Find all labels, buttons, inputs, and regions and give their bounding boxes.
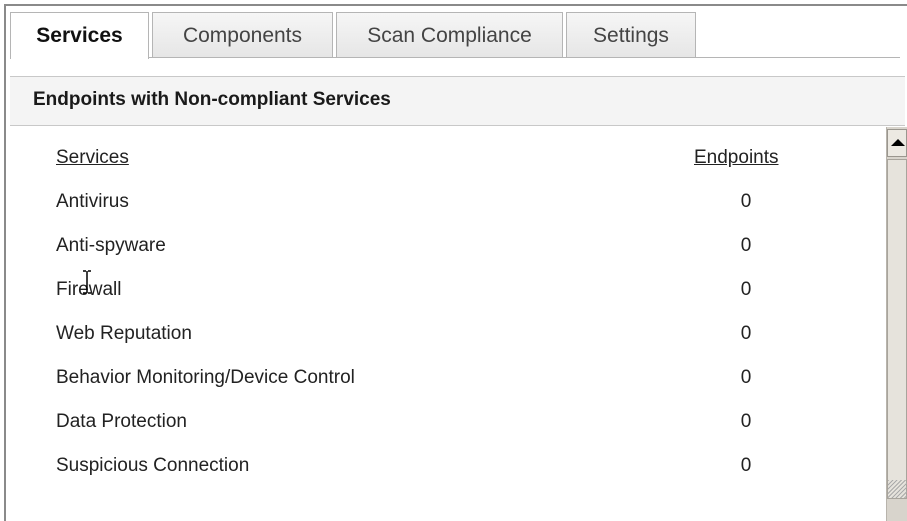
- panel-title: Endpoints with Non-compliant Services: [33, 89, 391, 110]
- endpoint-count[interactable]: 0: [730, 367, 762, 389]
- endpoint-count[interactable]: 0: [730, 455, 762, 477]
- triangle-up-icon: [891, 139, 905, 146]
- endpoint-count[interactable]: 0: [730, 235, 762, 257]
- text-cursor-icon: [83, 270, 91, 294]
- endpoint-count[interactable]: 0: [730, 279, 762, 301]
- service-name: Antivirus: [56, 191, 129, 212]
- tab-services[interactable]: Services: [10, 12, 149, 59]
- vertical-scrollbar[interactable]: [886, 127, 907, 521]
- table-row: Behavior Monitoring/Device Control 0: [10, 367, 886, 411]
- column-header-services[interactable]: Services: [56, 147, 129, 169]
- endpoint-count[interactable]: 0: [730, 323, 762, 345]
- endpoint-count[interactable]: 0: [730, 191, 762, 213]
- service-name: Web Reputation: [56, 323, 192, 344]
- tab-components[interactable]: Components: [152, 12, 333, 57]
- scroll-thumb[interactable]: [887, 159, 907, 499]
- service-name: Data Protection: [56, 411, 187, 432]
- table-row: Web Reputation 0: [10, 323, 886, 367]
- tab-scan-compliance[interactable]: Scan Compliance: [336, 12, 563, 57]
- column-header-endpoints[interactable]: Endpoints: [694, 147, 779, 169]
- endpoint-count[interactable]: 0: [730, 411, 762, 433]
- panel-header: Endpoints with Non-compliant Services: [10, 76, 905, 126]
- scroll-up-button[interactable]: [887, 129, 907, 157]
- service-name: Anti-spyware: [56, 235, 166, 256]
- service-name: Behavior Monitoring/Device Control: [56, 367, 355, 388]
- service-name: Suspicious Connection: [56, 455, 250, 476]
- tab-settings[interactable]: Settings: [566, 12, 696, 57]
- table-row: Anti-spyware 0: [10, 235, 886, 279]
- table-row: Suspicious Connection 0: [10, 455, 886, 499]
- services-table: Services Endpoints Antivirus 0 Anti-spyw…: [10, 127, 886, 521]
- tab-bar: Services Components Scan Compliance Sett…: [10, 12, 900, 59]
- resize-grip-icon: [888, 480, 907, 498]
- table-row: Data Protection 0: [10, 411, 886, 455]
- table-row: Firewall 0: [10, 279, 886, 323]
- table-row: Antivirus 0: [10, 191, 886, 235]
